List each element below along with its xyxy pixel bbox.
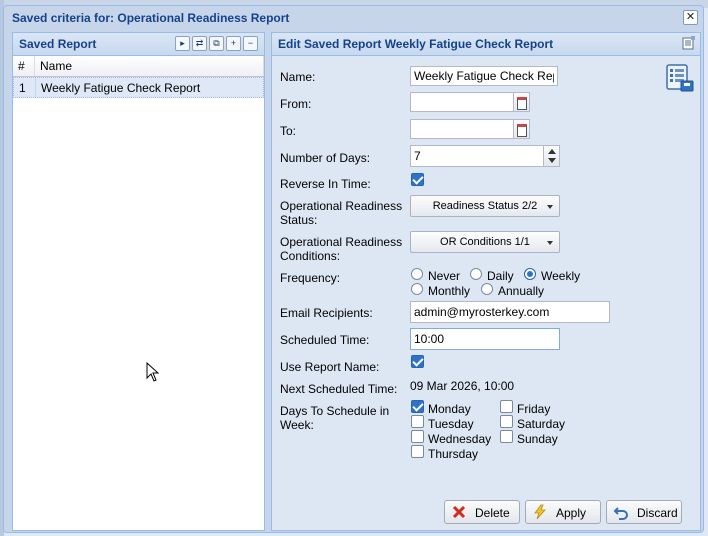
- undo-icon: [613, 507, 628, 520]
- column-header-name[interactable]: Name: [35, 56, 264, 76]
- saved-report-panel: Saved Report ▸ ⇄ ⧉ + − # Name 1 Weekly F…: [12, 32, 265, 531]
- number-of-days-label: Number of Days:: [280, 151, 371, 165]
- frequency-daily-label: Daily: [487, 269, 514, 283]
- chevron-down-icon: [547, 241, 553, 245]
- saturday-label: Saturday: [517, 417, 566, 431]
- scheduled-time-field[interactable]: [410, 328, 560, 350]
- dialog-title: Saved criteria for: Operational Readines…: [12, 11, 290, 25]
- report-schedule-icon: [666, 64, 694, 92]
- readiness-conditions-value: OR Conditions 1/1: [440, 236, 530, 248]
- email-recipients-label: Email Recipients:: [280, 306, 373, 320]
- copy-icon[interactable]: ⧉: [209, 36, 224, 51]
- frequency-annually-label: Annually: [498, 284, 545, 298]
- lightning-icon: [534, 504, 546, 520]
- saved-report-toolbar: ▸ ⇄ ⧉ + −: [175, 36, 258, 51]
- readiness-status-dropdown[interactable]: Readiness Status 2/2: [410, 195, 560, 217]
- remove-icon[interactable]: −: [243, 36, 258, 51]
- report-settings-icon[interactable]: [682, 36, 696, 50]
- wednesday-label: Wednesday: [428, 432, 492, 446]
- delete-button[interactable]: Delete: [444, 500, 520, 524]
- monday-checkbox[interactable]: [411, 400, 424, 413]
- spinner-icon[interactable]: [543, 145, 560, 167]
- friday-label: Friday: [517, 402, 551, 416]
- apply-button[interactable]: Apply: [525, 500, 601, 524]
- calendar-icon[interactable]: [514, 92, 530, 112]
- frequency-monthly-label: Monthly: [428, 284, 471, 298]
- sunday-label: Sunday: [517, 432, 558, 446]
- number-of-days-stepper[interactable]: [410, 145, 544, 167]
- calendar-icon[interactable]: [514, 119, 530, 139]
- sunday-checkbox[interactable]: [500, 430, 513, 443]
- days-to-schedule-label-line2: Week:: [280, 418, 314, 432]
- grid-header: # Name: [13, 56, 264, 77]
- edit-saved-report-panel: Edit Saved Report Weekly Fatigue Check R…: [271, 32, 701, 531]
- tuesday-label: Tuesday: [428, 417, 474, 431]
- scheduled-time-label: Scheduled Time:: [280, 333, 370, 347]
- add-icon[interactable]: +: [226, 36, 241, 51]
- name-label: Name:: [280, 70, 316, 84]
- days-to-schedule-label-line1: Days To Schedule in: [280, 404, 390, 418]
- next-scheduled-time-label: Next Scheduled Time:: [280, 382, 398, 396]
- edit-panel-title: Edit Saved Report Weekly Fatigue Check R…: [278, 37, 554, 51]
- from-date-field[interactable]: [410, 92, 514, 112]
- discard-button[interactable]: Discard: [606, 500, 682, 524]
- readiness-conditions-dropdown[interactable]: OR Conditions 1/1: [410, 231, 560, 253]
- reverse-in-time-checkbox[interactable]: [411, 173, 424, 186]
- delete-label: Delete: [475, 506, 510, 520]
- frequency-never-label: Never: [428, 269, 461, 283]
- refresh-icon[interactable]: ⇄: [192, 36, 207, 51]
- discard-label: Discard: [637, 506, 678, 520]
- to-date-field[interactable]: [410, 119, 514, 139]
- edit-panel-header: Edit Saved Report Weekly Fatigue Check R…: [272, 33, 700, 56]
- frequency-annually-radio[interactable]: [481, 283, 493, 295]
- delete-icon: [452, 505, 466, 519]
- saved-criteria-dialog: Saved criteria for: Operational Readines…: [3, 5, 704, 533]
- thursday-label: Thursday: [428, 447, 479, 461]
- saved-report-header: Saved Report ▸ ⇄ ⧉ + −: [13, 33, 264, 56]
- frequency-daily-radio[interactable]: [470, 268, 482, 280]
- reverse-in-time-label: Reverse In Time:: [280, 177, 371, 191]
- frequency-weekly-radio[interactable]: [524, 268, 536, 280]
- from-label: From:: [280, 97, 312, 111]
- mouse-cursor-icon: [146, 362, 160, 382]
- friday-checkbox[interactable]: [500, 400, 513, 413]
- apply-label: Apply: [556, 506, 587, 520]
- monday-label: Monday: [428, 402, 471, 416]
- frequency-label: Frequency:: [280, 271, 341, 285]
- run-icon[interactable]: ▸: [175, 36, 190, 51]
- readiness-conditions-label-line1: Operational Readiness: [280, 235, 403, 249]
- readiness-status-label-line1: Operational Readiness: [280, 199, 403, 213]
- wednesday-checkbox[interactable]: [411, 430, 424, 443]
- table-row[interactable]: 1 Weekly Fatigue Check Report: [13, 77, 264, 98]
- chevron-down-icon: [547, 205, 553, 209]
- next-scheduled-time-value: 09 Mar 2026, 10:00: [410, 379, 515, 393]
- close-icon[interactable]: ✕: [683, 10, 698, 25]
- tuesday-checkbox[interactable]: [411, 415, 424, 428]
- readiness-status-label-line2: Status:: [280, 213, 318, 227]
- row-number: 1: [14, 78, 36, 97]
- name-field[interactable]: [410, 66, 558, 86]
- column-header-number[interactable]: #: [13, 56, 35, 76]
- readiness-conditions-label-line2: Conditions:: [280, 249, 341, 263]
- row-name: Weekly Fatigue Check Report: [41, 81, 201, 95]
- to-label: To:: [280, 124, 297, 138]
- frequency-weekly-label: Weekly: [541, 269, 581, 283]
- thursday-checkbox[interactable]: [411, 445, 424, 458]
- saturday-checkbox[interactable]: [500, 415, 513, 428]
- frequency-never-radio[interactable]: [411, 268, 423, 280]
- email-recipients-field[interactable]: [410, 301, 610, 323]
- readiness-status-value: Readiness Status 2/2: [432, 200, 538, 212]
- use-report-name-label: Use Report Name:: [280, 360, 380, 374]
- frequency-monthly-radio[interactable]: [411, 283, 423, 295]
- saved-report-title: Saved Report: [19, 37, 97, 51]
- use-report-name-checkbox[interactable]: [411, 355, 424, 368]
